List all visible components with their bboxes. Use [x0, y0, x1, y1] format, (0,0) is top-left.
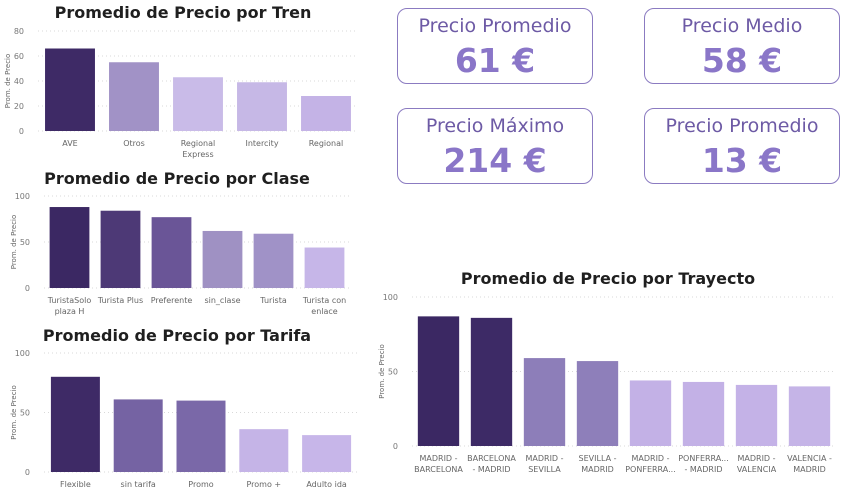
kpi-card-precio-promedio: Precio Promedio 61 € [397, 8, 593, 84]
kpi-value: 58 € [701, 41, 783, 80]
bar [788, 386, 831, 446]
kpi-card-precio-maximo: Precio Máximo 214 € [397, 108, 593, 184]
x-tick-label: MADRID - BARCELONA [414, 454, 463, 474]
x-tick-label-line: SEVILLA - [579, 454, 617, 463]
x-tick-label-line: MADRID [793, 465, 826, 474]
y-axis-title: Prom. de Precio [378, 344, 386, 399]
x-tick-label-line: MADRID - [525, 454, 563, 463]
x-tick-label-line: MADRID - [737, 454, 775, 463]
x-tick-label-line: MADRID - [631, 454, 669, 463]
x-tick-label-line: PONFERRA... [678, 454, 729, 463]
x-tick-label-line: - MADRID [472, 465, 510, 474]
bar [417, 316, 460, 446]
y-tick-label: 100 [383, 293, 398, 302]
x-tick-label: MADRID - PONFERRA... [625, 454, 676, 474]
chart-title: Promedio de Precio por Trayecto [461, 269, 755, 288]
x-tick-label: BARCELONA - MADRID [467, 454, 516, 474]
x-tick-label: SEVILLA - MADRID [579, 454, 617, 474]
kpi-card-precio-medio: Precio Medio 58 € [644, 8, 840, 84]
x-tick-label: MADRID - VALENCIA [737, 454, 777, 474]
x-tick-label-line: PONFERRA... [625, 465, 676, 474]
kpi-value: 61 € [454, 41, 536, 80]
kpi-label: Precio Promedio [418, 15, 572, 37]
bar [682, 381, 725, 446]
y-tick-label: 0 [393, 442, 398, 451]
x-tick-label-line: BARCELONA [467, 454, 516, 463]
kpi-label: Precio Medio [681, 15, 803, 37]
x-tick-label: PONFERRA... - MADRID [678, 454, 729, 474]
x-tick-label-line: MADRID [581, 465, 614, 474]
x-tick-label-line: SEVILLA [528, 465, 561, 474]
kpi-value: 13 € [701, 141, 783, 180]
kpi-label: Precio Máximo [425, 115, 565, 137]
bar [629, 380, 672, 446]
x-tick-label-line: MADRID - [419, 454, 457, 463]
kpi-card-precio-promedio-2: Precio Promedio 13 € [644, 108, 840, 184]
x-tick-label-line: VALENCIA [737, 465, 777, 474]
bar [735, 384, 778, 446]
bar [576, 361, 619, 446]
x-tick-label: VALENCIA - MADRID [787, 454, 832, 474]
kpi-value: 214 € [443, 141, 547, 180]
bar [523, 358, 566, 446]
y-tick-label: 50 [388, 368, 398, 377]
x-tick-label-line: VALENCIA - [787, 454, 832, 463]
bar [470, 317, 513, 446]
x-tick-label-line: - MADRID [684, 465, 722, 474]
x-tick-label: MADRID - SEVILLA [525, 454, 563, 474]
x-tick-label-line: BARCELONA [414, 465, 463, 474]
kpi-label: Precio Promedio [665, 115, 819, 137]
